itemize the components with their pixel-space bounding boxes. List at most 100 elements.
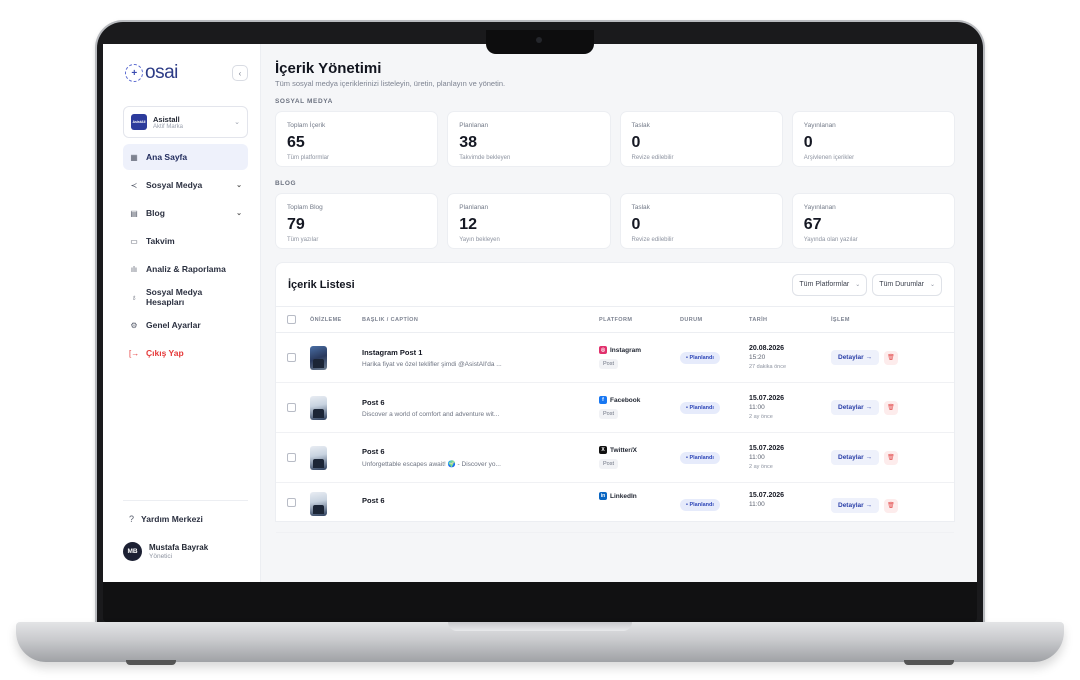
stat-caption: Revize edilebilir xyxy=(631,237,674,243)
select-all-checkbox[interactable] xyxy=(287,315,296,324)
post-thumbnail[interactable] xyxy=(310,345,327,370)
row-checkbox[interactable] xyxy=(287,498,296,507)
help-circle-icon: ? xyxy=(129,514,135,524)
stat-card-published: Yayınlanan 0 Arşivlenen içerikler xyxy=(791,111,955,167)
content-list-header: İçerik Listesi Tüm Platformlar ⌄ Tüm Dur… xyxy=(276,263,954,307)
post-thumbnail[interactable] xyxy=(310,492,327,516)
table-row[interactable]: Instagram Post 1 Harika fiyat ve özel te… xyxy=(276,333,954,383)
grid-icon: ▦ xyxy=(130,152,138,162)
sidebar-item-takvim[interactable]: ▭ Takvim xyxy=(123,228,248,254)
trash-icon: 🗑 xyxy=(887,503,895,509)
sidebar-item-analiz[interactable]: ılı Analiz & Raporlama xyxy=(123,256,248,282)
screen-bezel xyxy=(103,582,977,622)
stat-value: 38 xyxy=(459,134,478,151)
logo[interactable]: + osai xyxy=(125,62,178,84)
camera-icon xyxy=(536,37,542,43)
facebook-icon: f xyxy=(599,396,607,404)
column-header-status: DURUM xyxy=(680,316,703,323)
post-time: 11:00 xyxy=(749,501,765,508)
content-list-title: İçerik Listesi xyxy=(288,278,355,291)
sidebar-item-genel-ayarlar[interactable]: ⚙ Genel Ayarlar xyxy=(123,312,248,338)
brand-status: Aktif Marka xyxy=(153,123,184,130)
avatar: MB xyxy=(123,542,142,561)
sidebar-item-blog[interactable]: ▤ Blog ⌄ xyxy=(123,200,248,226)
row-checkbox[interactable] xyxy=(287,403,296,412)
post-thumbnail[interactable] xyxy=(310,395,327,420)
post-type-tag: Post xyxy=(599,409,619,419)
column-header-actions: İŞLEM xyxy=(831,316,850,323)
section-label-blog: BLOG xyxy=(275,180,297,187)
delete-button[interactable]: 🗑 xyxy=(883,450,898,465)
sidebar-nav: ▦ Ana Sayfa ≺ Sosyal Medya ⌄ ▤ Blog ⌄ ▭ … xyxy=(123,144,248,366)
sidebar-item-sosyal-medya-hesaplari[interactable]: ♁ Sosyal Medya Hesapları xyxy=(123,284,248,310)
stat-card-published-blog: Yayınlanan 67 Yayında olan yazılar xyxy=(791,193,955,249)
sidebar-item-label: Blog xyxy=(146,208,165,218)
column-header-title: BAŞLIK / CAPTİON xyxy=(362,316,419,323)
user-profile[interactable]: MB Mustafa Bayrak Yönetici xyxy=(123,542,208,561)
platform-name: Facebook xyxy=(610,396,641,404)
chevron-down-icon: ⌄ xyxy=(855,282,861,288)
logout-button[interactable]: [→ Çıkış Yap xyxy=(123,340,248,366)
page-subtitle: Tüm sosyal medya içeriklerinizi listeley… xyxy=(275,79,506,88)
stat-caption: Tüm yazılar xyxy=(287,237,319,243)
help-center-link[interactable]: ? Yardım Merkezi xyxy=(129,514,203,524)
table-row[interactable]: Post 6 Unforgettable escapes await! 🌍 - … xyxy=(276,433,954,483)
row-checkbox[interactable] xyxy=(287,453,296,462)
stat-card-draft-blog: Taslak 0 Revize edilebilir xyxy=(619,193,783,249)
stat-value: 0 xyxy=(631,134,641,151)
post-title: Instagram Post 1 xyxy=(362,347,423,357)
platform-filter-select[interactable]: Tüm Platformlar ⌄ xyxy=(792,273,868,296)
status-filter-select[interactable]: Tüm Durumlar ⌄ xyxy=(872,273,942,296)
status-badge: • Planlandı xyxy=(680,351,720,364)
stat-label: Taslak xyxy=(631,204,650,211)
brand-name: Asistall xyxy=(153,114,180,124)
details-button[interactable]: Detaylar → xyxy=(831,498,879,513)
post-type-tag: Post xyxy=(599,459,619,469)
sidebar-item-sosyal-medya[interactable]: ≺ Sosyal Medya ⌄ xyxy=(123,172,248,198)
sidebar-item-ana-sayfa[interactable]: ▦ Ana Sayfa xyxy=(123,144,248,170)
post-thumbnail[interactable] xyxy=(310,445,327,470)
chevron-down-icon: ⌄ xyxy=(929,282,935,288)
help-label: Yardım Merkezi xyxy=(141,514,203,524)
sidebar-item-label: Sosyal Medya xyxy=(146,180,203,190)
stat-label: Toplam İçerik xyxy=(287,122,326,129)
stat-caption: Yayın bekleyen xyxy=(459,237,500,243)
stat-label: Planlanan xyxy=(459,204,489,211)
post-relative-time: 2 ay önce xyxy=(749,464,773,470)
trash-icon: 🗑 xyxy=(887,355,895,361)
calendar-icon: ▭ xyxy=(130,236,138,246)
platform-name: Instagram xyxy=(610,346,642,354)
delete-button[interactable]: 🗑 xyxy=(883,498,898,513)
logo-row: + osai ‹ xyxy=(111,44,252,102)
stat-caption: Tüm platformlar xyxy=(287,155,330,161)
table-row[interactable]: Post 6 in LinkedIn • Planlandı 15.07.202… xyxy=(276,483,954,533)
details-button[interactable]: Detaylar → xyxy=(831,400,879,415)
logo-text: osai xyxy=(145,62,178,83)
sidebar: + osai ‹ AsistAll Asistall Aktif Marka ⌄… xyxy=(103,44,261,582)
stat-label: Yayınlanan xyxy=(803,204,836,211)
brand-selector[interactable]: AsistAll Asistall Aktif Marka ⌄ xyxy=(123,106,248,138)
logo-mark-icon: + xyxy=(125,64,143,82)
row-checkbox[interactable] xyxy=(287,353,296,362)
post-caption: Unforgettable escapes await! 🌍 - Discove… xyxy=(362,461,501,468)
details-button[interactable]: Detaylar → xyxy=(831,450,879,465)
column-header-date: TARİH xyxy=(749,316,768,323)
status-badge: • Planlandı xyxy=(680,451,720,464)
stat-label: Taslak xyxy=(631,122,650,129)
collapse-sidebar-button[interactable]: ‹ xyxy=(232,65,248,81)
trash-icon: 🗑 xyxy=(887,455,895,461)
stat-card-planned-blog: Planlanan 12 Yayın bekleyen xyxy=(447,193,611,249)
post-date: 15.07.2026 xyxy=(749,445,785,452)
delete-button[interactable]: 🗑 xyxy=(883,350,898,365)
post-date: 15.07.2026 xyxy=(749,492,785,499)
main-content: İçerik Yönetimi Tüm sosyal medya içerikl… xyxy=(261,44,977,582)
twitter-x-icon: X xyxy=(599,446,607,454)
delete-button[interactable]: 🗑 xyxy=(883,400,898,415)
page-title: İçerik Yönetimi xyxy=(275,60,382,77)
platform-filter-value: Tüm Platformlar xyxy=(799,281,850,288)
laptop-foot xyxy=(904,660,954,665)
column-header-platform: PLATFORM xyxy=(599,316,633,323)
details-button[interactable]: Detaylar → xyxy=(831,350,879,365)
table-row[interactable]: Post 6 Discover a world of comfort and a… xyxy=(276,383,954,433)
logout-icon: [→ xyxy=(129,348,140,358)
